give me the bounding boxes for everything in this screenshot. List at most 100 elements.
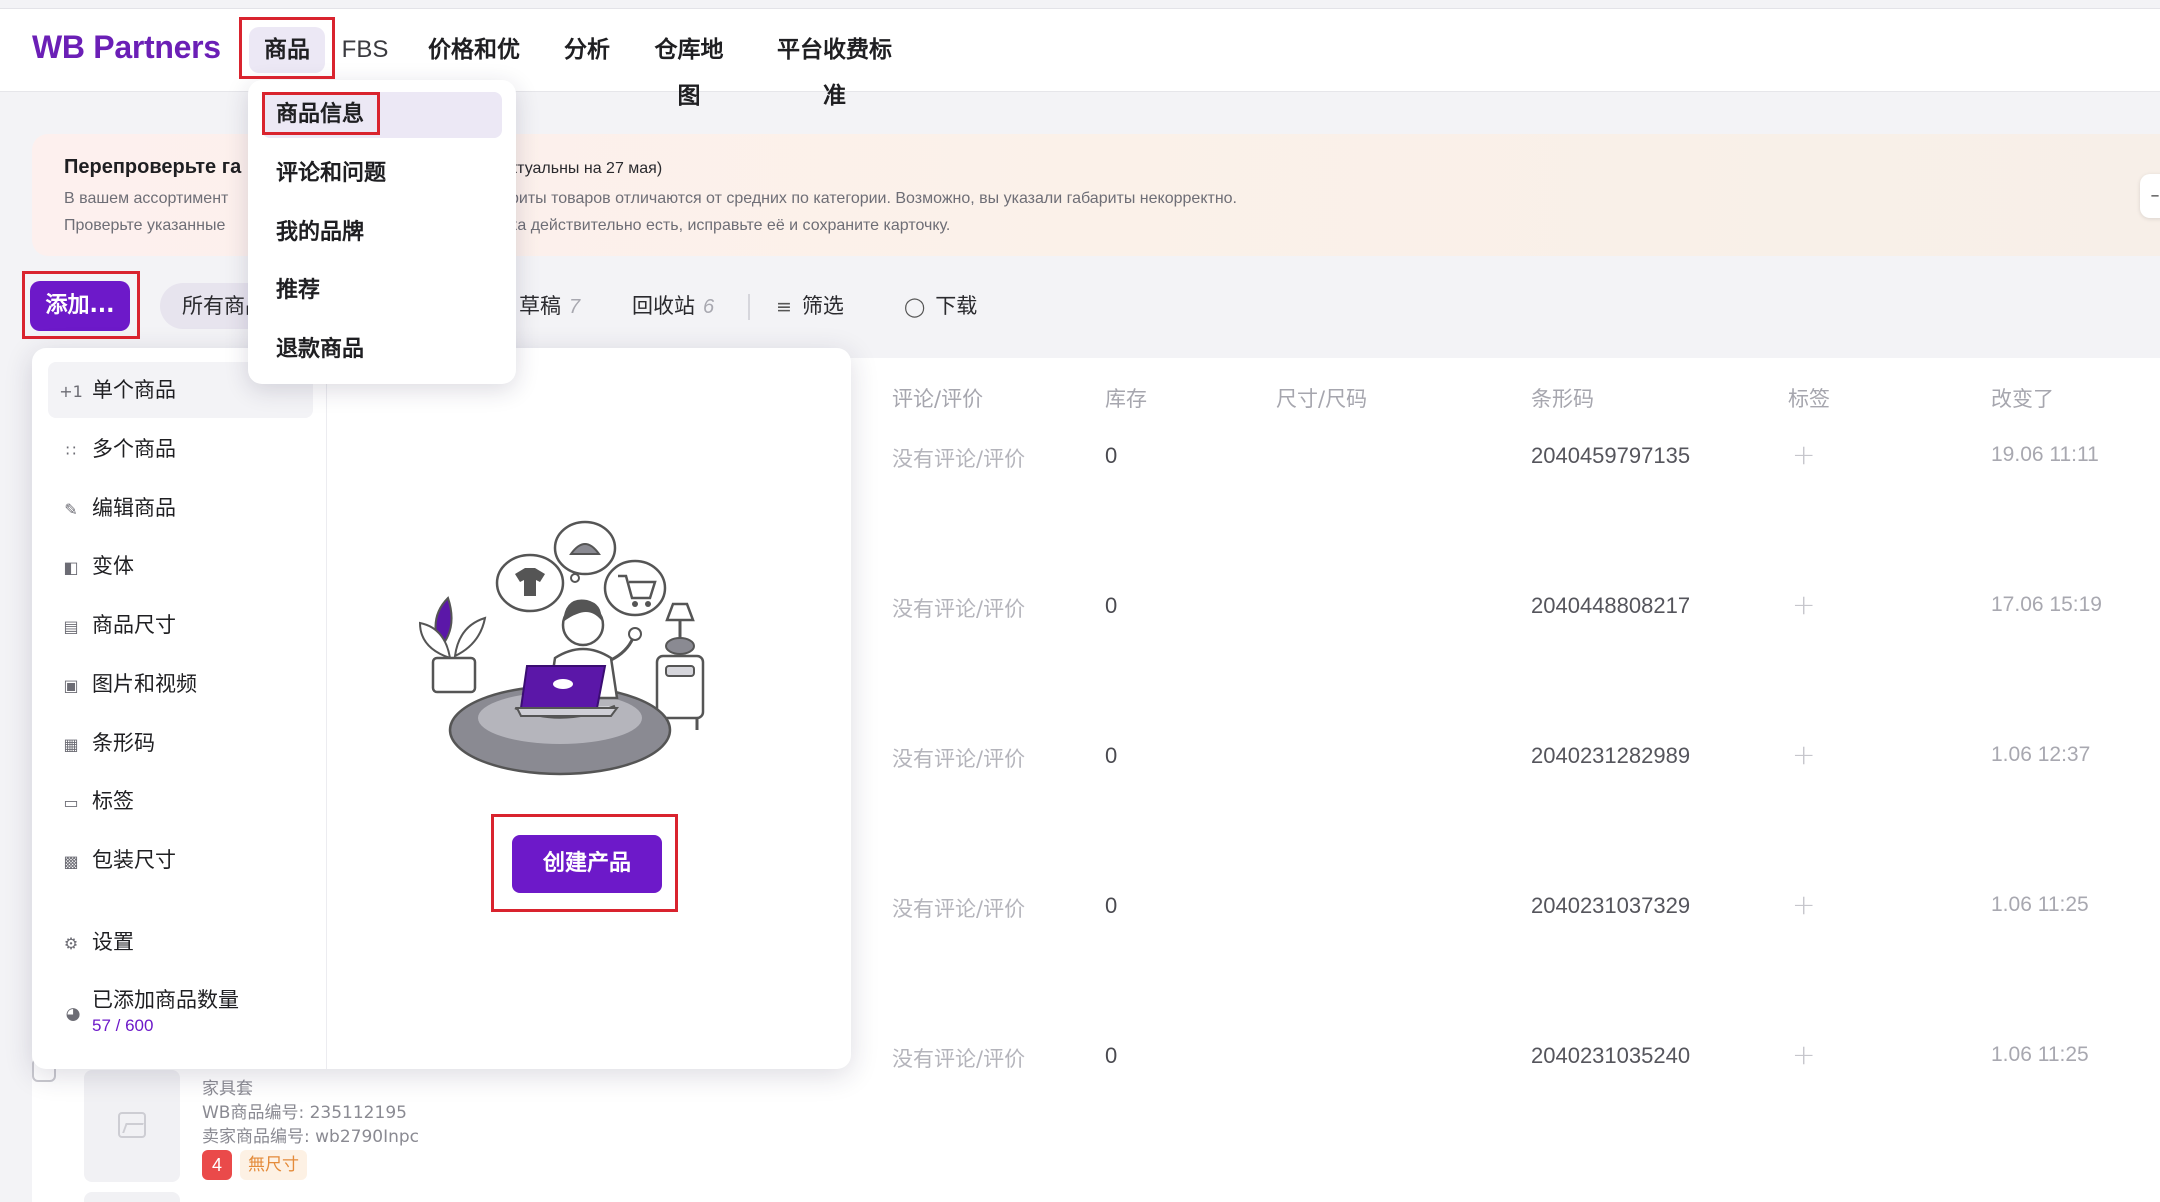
nav-analytics[interactable]: 分析 — [563, 27, 611, 73]
row-2-reviews: 没有评论/评价 — [892, 597, 1026, 621]
product-warning-count-badge: 4 — [202, 1150, 232, 1180]
row-5-barcode: 2040231035240 — [1531, 1043, 1691, 1068]
menu-item-multiple-products[interactable]: ∷ 多个商品 — [48, 421, 313, 477]
tab-drafts-count: 7 — [569, 296, 581, 318]
menu-recommendations[interactable]: 推荐 — [262, 268, 502, 314]
menu-item-settings[interactable]: ⚙ 设置 — [48, 914, 313, 970]
package-ruler-icon: ▩ — [63, 852, 79, 871]
image-placeholder-icon — [118, 1112, 146, 1138]
notice-title: Перепроверьте га — [64, 156, 242, 178]
row-3-reviews: 没有评论/评价 — [892, 747, 1026, 771]
ruler-icon: ▤ — [63, 617, 79, 636]
row-5-reviews: 没有评论/评价 — [892, 1047, 1026, 1071]
row-1-stock: 0 — [1105, 443, 1118, 468]
row-2-add-tag-button[interactable]: + — [1792, 588, 1815, 621]
menu-goods-info[interactable]: 商品信息 — [262, 92, 502, 138]
row-5-stock: 0 — [1105, 1043, 1118, 1068]
tab-drafts[interactable]: 草稿 7 — [519, 290, 580, 320]
product-wb-id: WB商品编号: 235112195 — [202, 1103, 407, 1123]
menu-item-label: 商品尺寸 — [92, 613, 176, 637]
nav-warehouse-map[interactable]: 仓库地图 — [644, 27, 734, 109]
menu-item-photos-videos[interactable]: ▣ 图片和视频 — [48, 656, 313, 712]
filter-icon: ≡ — [776, 296, 792, 318]
menu-item-label: 多个商品 — [92, 437, 176, 461]
menu-item-package-size[interactable]: ▩ 包装尺寸 — [48, 832, 313, 888]
row-4-add-tag-button[interactable]: + — [1792, 888, 1815, 921]
nav-prices[interactable]: 价格和优惠 — [418, 27, 530, 109]
app-logo[interactable]: WB Partners — [32, 29, 221, 66]
products-quota: ◕ 已添加商品数量 57 / 600 — [48, 976, 313, 1046]
row-3-barcode: 2040231282989 — [1531, 743, 1691, 768]
col-header-barcode[interactable]: 条形码 — [1531, 383, 1594, 413]
create-product-illustration — [418, 520, 705, 776]
product-no-size-badge: 無尺寸 — [240, 1150, 307, 1180]
next-product-thumbnail[interactable] — [84, 1192, 180, 1202]
tab-trash-count: 6 — [703, 296, 715, 318]
row-5-add-tag-button[interactable]: + — [1792, 1038, 1815, 1071]
menu-reviews-questions[interactable]: 评论和问题 — [262, 151, 502, 197]
tab-drafts-label: 草稿 — [519, 294, 561, 318]
notice-line-1-right: риты товаров отличаются от средних по ка… — [510, 190, 1237, 207]
row-3-changed: 1.06 12:37 — [1991, 743, 2091, 766]
gauge-icon: ◕ — [65, 1004, 81, 1024]
quota-value: 57 / 600 — [92, 1016, 154, 1035]
notice-date: ктуальны на 27 мая) — [510, 160, 663, 177]
nav-platform-fees[interactable]: 平台收费标准 — [767, 27, 902, 109]
row-1-reviews: 没有评论/评价 — [892, 447, 1026, 471]
image-icon: ▣ — [63, 676, 79, 695]
menu-item-label: 条形码 — [92, 731, 155, 755]
add-options-menu: +1 单个商品 ∷ 多个商品 ✎ 编辑商品 ◧ 变体 ▤ 商品尺寸 ▣ 图片和视频 ▦ 条形码… — [32, 348, 327, 1069]
menu-my-brands[interactable]: 我的品牌 — [262, 210, 502, 256]
product-seller-id: 卖家商品编号: wb2790Inpc — [202, 1127, 420, 1147]
col-header-changed[interactable]: 改变了 — [1991, 383, 2054, 413]
menu-item-label: 编辑商品 — [92, 496, 176, 520]
toolbar-divider — [748, 294, 750, 320]
menu-returned-goods[interactable]: 退款商品 — [262, 327, 502, 373]
download-button[interactable]: ◯ 下载 — [904, 290, 977, 320]
download-label: 下载 — [935, 294, 978, 318]
menu-item-labels[interactable]: ▭ 标签 — [48, 773, 313, 829]
col-header-reviews[interactable]: 评论/评价 — [892, 383, 983, 413]
menu-item-product-size[interactable]: ▤ 商品尺寸 — [48, 597, 313, 653]
col-header-size[interactable]: 尺寸/尺码 — [1276, 383, 1367, 413]
row-5-changed: 1.06 11:25 — [1991, 1043, 2089, 1066]
barcode-icon: ▦ — [63, 735, 79, 754]
pencil-icon: ✎ — [64, 500, 78, 519]
menu-item-label: 变体 — [92, 554, 134, 578]
row-4-stock: 0 — [1105, 893, 1118, 918]
menu-item-label: 包装尺寸 — [92, 848, 176, 872]
menu-item-variants[interactable]: ◧ 变体 — [48, 538, 313, 594]
menu-item-label: 图片和视频 — [92, 672, 197, 696]
notice-line-1-left: В вашем ассортимент — [64, 190, 229, 207]
quota-label: 已添加商品数量 — [92, 988, 239, 1012]
notice-line-2-left: Проверьте указанные — [64, 217, 226, 234]
filter-label: 筛选 — [801, 294, 844, 318]
row-2-changed: 17.06 15:19 — [1991, 593, 2102, 616]
menu-item-label: 单个商品 — [92, 378, 176, 402]
notice-line-2-right: ка действительно есть, исправьте её и со… — [510, 217, 951, 234]
plus-one-icon: +1 — [59, 382, 83, 401]
add-button[interactable]: 添加... — [30, 281, 130, 331]
row-1-add-tag-button[interactable]: + — [1792, 438, 1815, 471]
create-product-button[interactable]: 创建产品 — [512, 835, 662, 893]
col-header-stock[interactable]: 库存 — [1105, 383, 1147, 413]
product-name[interactable]: 家具套 — [202, 1074, 253, 1099]
filter-button[interactable]: ≡ 筛选 — [776, 290, 844, 320]
notice-close-button[interactable]: – — [2140, 174, 2160, 218]
row-2-barcode: 2040448808217 — [1531, 593, 1691, 618]
menu-item-label: 设置 — [92, 930, 134, 954]
tab-trash[interactable]: 回收站 6 — [632, 290, 714, 320]
menu-item-edit-products[interactable]: ✎ 编辑商品 — [48, 480, 313, 536]
variant-icon: ◧ — [63, 558, 79, 577]
row-3-add-tag-button[interactable]: + — [1792, 738, 1815, 771]
nav-fbs[interactable]: FBS — [340, 27, 390, 73]
menu-item-label: 标签 — [92, 789, 134, 813]
col-header-tags[interactable]: 标签 — [1788, 383, 1830, 413]
row-1-changed: 19.06 11:11 — [1991, 443, 2099, 466]
menu-item-barcodes[interactable]: ▦ 条形码 — [48, 715, 313, 771]
row-4-barcode: 2040231037329 — [1531, 893, 1691, 918]
product-thumbnail[interactable] — [84, 1070, 180, 1182]
nav-goods[interactable]: 商品 — [249, 27, 325, 73]
row-4-reviews: 没有评论/评价 — [892, 897, 1026, 921]
grid-dots-icon: ∷ — [65, 441, 77, 460]
